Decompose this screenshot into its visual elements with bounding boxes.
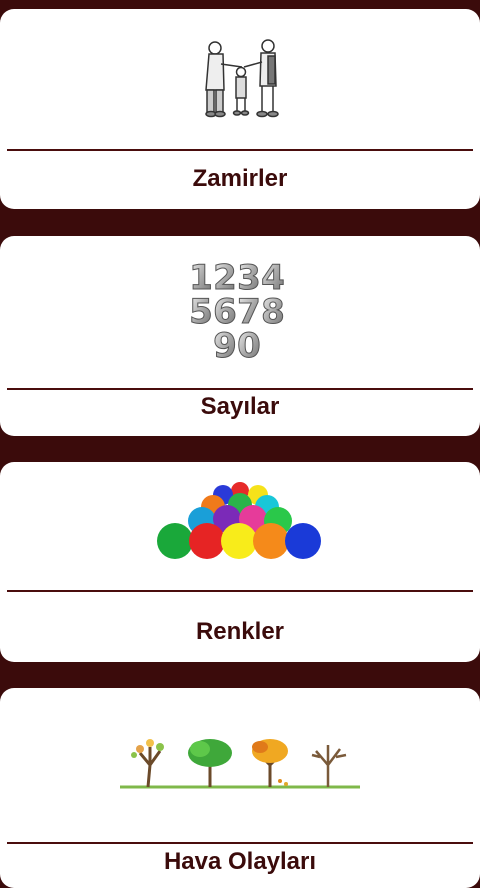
category-label: Sayılar xyxy=(200,393,280,420)
card-divider xyxy=(7,149,473,151)
category-card-renkler[interactable]: Renkler xyxy=(0,462,480,662)
category-card-hava-olaylari[interactable]: Hava Olayları xyxy=(0,688,480,888)
category-label: Hava Olayları xyxy=(163,848,317,875)
category-card-sayilar[interactable]: 1 2 3 4 5 6 7 8 9 0 Sayılar xyxy=(0,236,480,436)
svg-text:0: 0 xyxy=(237,326,261,366)
people-pointing-icon xyxy=(0,9,480,149)
card-divider xyxy=(7,590,473,592)
svg-text:8: 8 xyxy=(261,292,285,332)
card-divider xyxy=(7,842,473,844)
svg-text:5: 5 xyxy=(189,292,213,332)
colored-balls-icon xyxy=(0,462,480,590)
category-label: Renkler xyxy=(195,618,285,645)
balloon-numbers-icon: 1 2 3 4 5 6 7 8 9 0 xyxy=(0,236,480,388)
category-card-zamirler[interactable]: Zamirler xyxy=(0,9,480,209)
four-seasons-trees-icon xyxy=(0,688,480,842)
category-label: Zamirler xyxy=(192,165,288,192)
card-divider xyxy=(7,388,473,390)
svg-text:9: 9 xyxy=(213,326,237,366)
